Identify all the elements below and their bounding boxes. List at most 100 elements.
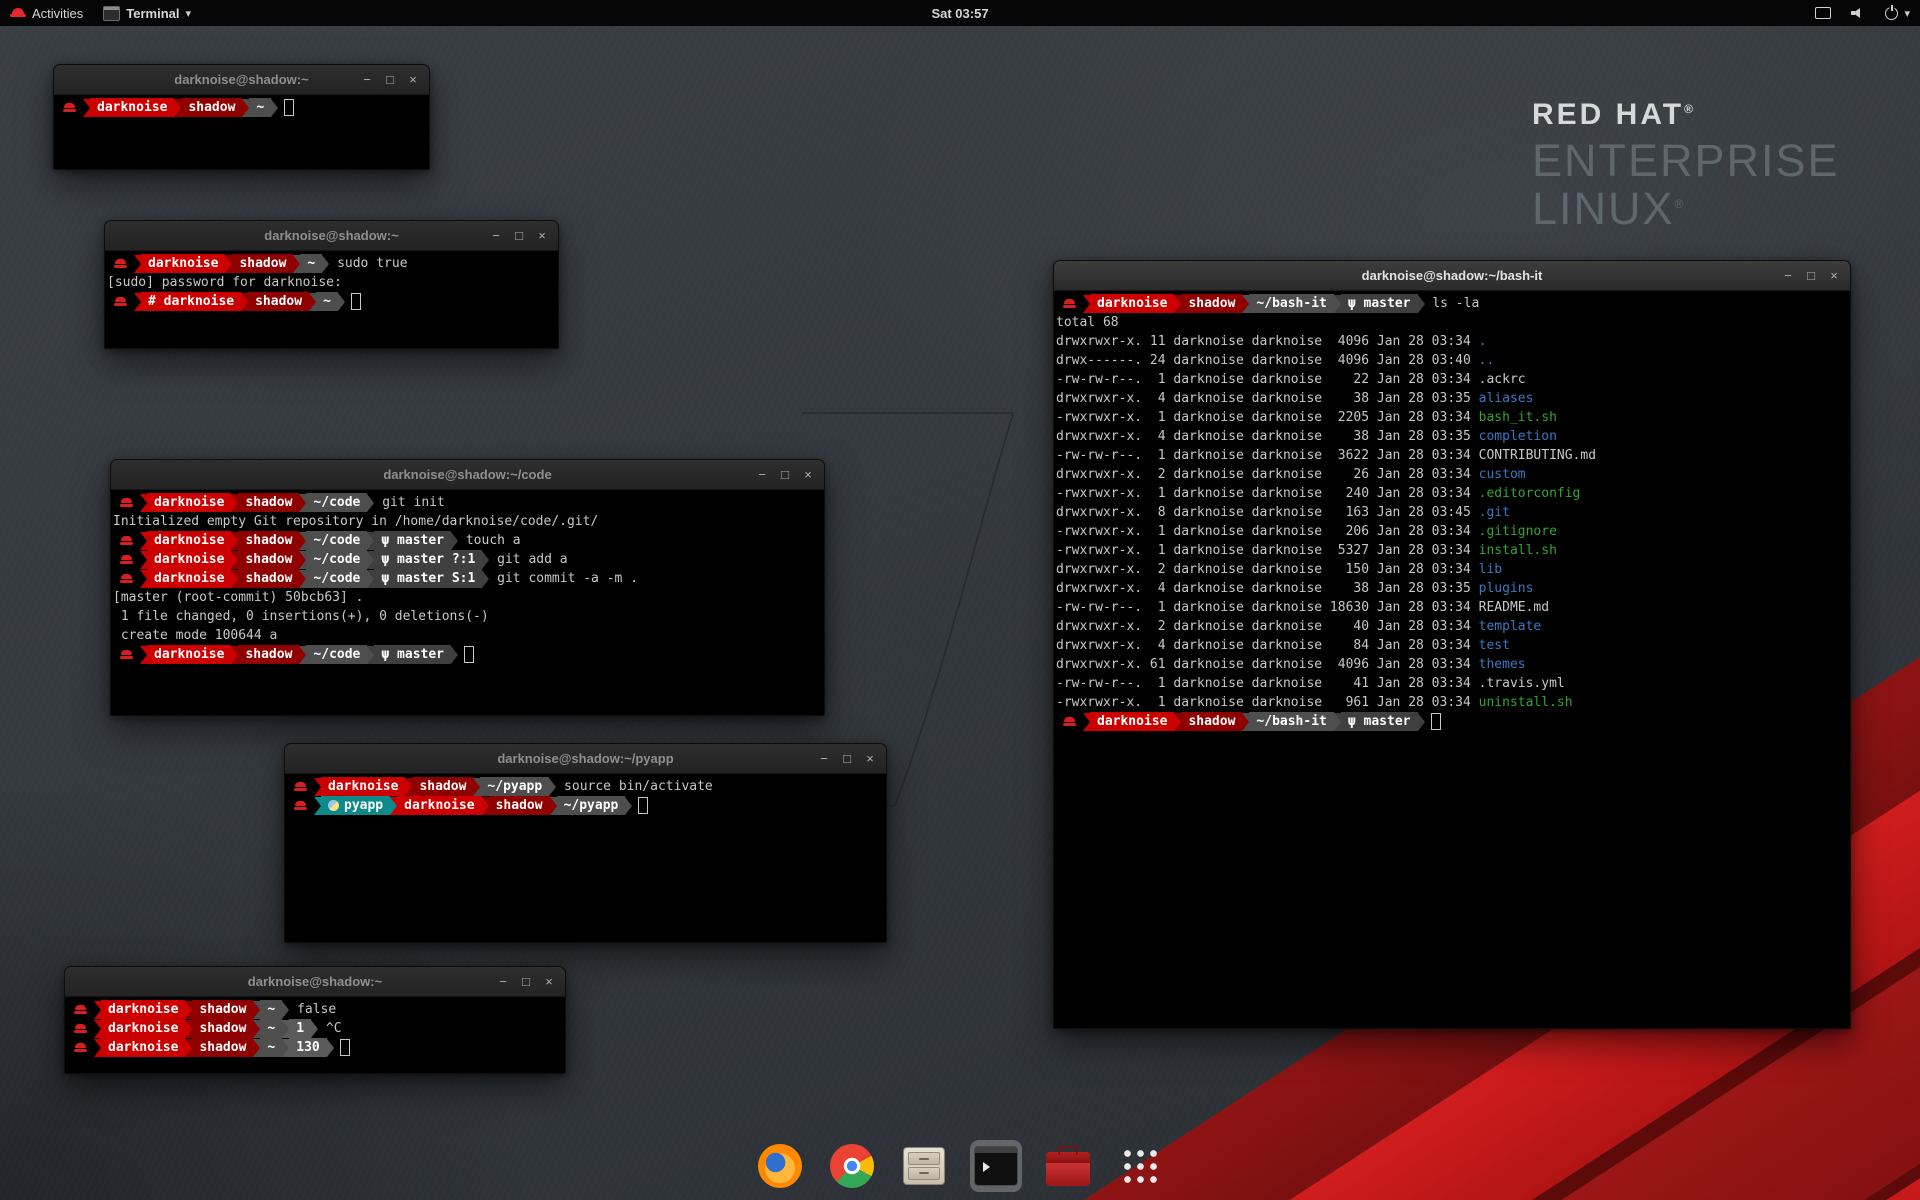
prompt-segment: shadow bbox=[192, 1019, 253, 1038]
activities-button[interactable]: Activities bbox=[0, 0, 93, 26]
maximize-button[interactable]: □ bbox=[509, 226, 529, 246]
terminal-line: -rw-rw-r--. 1 darknoise darknoise 22 Jan… bbox=[1056, 370, 1848, 389]
terminal-window-1[interactable]: darknoise@shadow:~ − □ × darknoiseshadow… bbox=[53, 64, 430, 170]
prompt-segment: ~/code bbox=[306, 550, 367, 569]
terminal-content[interactable]: darknoiseshadow~ bbox=[54, 95, 429, 169]
volume-status-button[interactable] bbox=[1841, 0, 1875, 26]
close-button[interactable]: × bbox=[1824, 266, 1844, 286]
terminal-text: .gitignore bbox=[1479, 524, 1557, 539]
terminal-content[interactable]: darknoiseshadow~ sudo true[sudo] passwor… bbox=[105, 251, 558, 348]
close-button[interactable]: × bbox=[403, 70, 423, 90]
minimize-button[interactable]: − bbox=[752, 465, 772, 485]
dock-item-terminal[interactable] bbox=[970, 1140, 1022, 1192]
powerline-arrow-icon bbox=[314, 797, 321, 815]
terminal-text: drwxrwxr-x. 4 darknoise darknoise 38 Jan… bbox=[1056, 581, 1479, 596]
dock-item-appgrid[interactable] bbox=[1114, 1140, 1166, 1192]
redhat-prompt-icon bbox=[294, 798, 307, 813]
window-titlebar[interactable]: darknoise@shadow:~/pyapp − □ × bbox=[285, 744, 886, 774]
terminal-text: -rwxrwxr-x. 1 darknoise darknoise 961 Ja… bbox=[1056, 695, 1479, 710]
powerline-arrow-icon bbox=[314, 778, 321, 796]
terminal-text: .ackrc bbox=[1479, 372, 1526, 387]
system-menu-button[interactable]: ▾ bbox=[1875, 0, 1920, 26]
powerline-arrow-icon bbox=[94, 1020, 101, 1038]
minimize-button[interactable]: − bbox=[1778, 266, 1798, 286]
powerline-arrow-icon bbox=[367, 494, 374, 512]
prompt-segment: shadow bbox=[181, 98, 242, 117]
powerline-arrow-icon bbox=[451, 532, 458, 550]
python-venv-icon bbox=[328, 800, 339, 811]
powerline-arrow-icon bbox=[299, 551, 306, 569]
powerline-arrow-icon bbox=[282, 1001, 289, 1019]
close-button[interactable]: × bbox=[798, 465, 818, 485]
redhat-prompt-icon bbox=[120, 495, 133, 510]
powerline-arrow-icon bbox=[299, 494, 306, 512]
terminal-line: darknoiseshadow~/codeψ master ?:1 git ad… bbox=[113, 550, 822, 569]
dock-item-firefox[interactable] bbox=[754, 1140, 806, 1192]
terminal-text: .editorconfig bbox=[1479, 486, 1581, 501]
close-button[interactable]: × bbox=[532, 226, 552, 246]
display-status-button[interactable] bbox=[1805, 0, 1841, 26]
terminal-content[interactable]: darknoiseshadow~/pyapp source bin/activa… bbox=[285, 774, 886, 942]
terminal-window-3[interactable]: darknoise@shadow:~/code − □ × darknoises… bbox=[110, 459, 825, 716]
terminal-window-4[interactable]: darknoise@shadow:~/pyapp − □ × darknoise… bbox=[284, 743, 887, 943]
powerline-arrow-icon bbox=[367, 646, 374, 664]
terminal-text: .. bbox=[1479, 353, 1495, 368]
terminal-window-2[interactable]: darknoise@shadow:~ − □ × darknoiseshadow… bbox=[104, 220, 559, 349]
maximize-button[interactable]: □ bbox=[516, 972, 536, 992]
dock-item-files[interactable] bbox=[898, 1140, 950, 1192]
redhat-prompt-icon bbox=[120, 571, 133, 586]
prompt-segment: shadow bbox=[1181, 294, 1242, 313]
powerline-arrow-icon bbox=[225, 255, 232, 273]
prompt-segment: ~ bbox=[249, 98, 271, 117]
window-title: darknoise@shadow:~ bbox=[174, 72, 308, 87]
terminal-text: CONTRIBUTING.md bbox=[1479, 448, 1596, 463]
clock[interactable]: Sat 03:57 bbox=[931, 0, 988, 26]
terminal-line: -rw-rw-r--. 1 darknoise darknoise 18630 … bbox=[1056, 598, 1848, 617]
window-titlebar[interactable]: darknoise@shadow:~ − □ × bbox=[105, 221, 558, 251]
terminal-text: -rwxrwxr-x. 1 darknoise darknoise 2205 J… bbox=[1056, 410, 1479, 425]
window-titlebar[interactable]: darknoise@shadow:~/bash-it − □ × bbox=[1054, 261, 1850, 291]
terminal-content[interactable]: darknoiseshadow~/code git initInitialize… bbox=[111, 490, 824, 715]
minimize-button[interactable]: − bbox=[493, 972, 513, 992]
close-button[interactable]: × bbox=[860, 749, 880, 769]
minimize-button[interactable]: − bbox=[486, 226, 506, 246]
maximize-button[interactable]: □ bbox=[380, 70, 400, 90]
powerline-arrow-icon bbox=[174, 99, 181, 117]
window-titlebar[interactable]: darknoise@shadow:~ − □ × bbox=[54, 65, 429, 95]
minimize-button[interactable]: − bbox=[357, 70, 377, 90]
terminal-text: bash_it.sh bbox=[1479, 410, 1557, 425]
powerline-arrow-icon bbox=[140, 570, 147, 588]
terminal-window-5[interactable]: darknoise@shadow:~ − □ × darknoiseshadow… bbox=[64, 966, 566, 1074]
maximize-button[interactable]: □ bbox=[837, 749, 857, 769]
window-titlebar[interactable]: darknoise@shadow:~ − □ × bbox=[65, 967, 565, 997]
terminal-content[interactable]: darknoiseshadow~/bash-itψ master ls -lat… bbox=[1054, 291, 1850, 1028]
prompt-segment: ~/pyapp bbox=[480, 777, 549, 796]
prompt-segment: ψ master S:1 bbox=[374, 569, 482, 588]
window-titlebar[interactable]: darknoise@shadow:~/code − □ × bbox=[111, 460, 824, 490]
prompt-segment: ψ master bbox=[374, 531, 451, 550]
powerline-arrow-icon bbox=[185, 1039, 192, 1057]
maximize-button[interactable]: □ bbox=[775, 465, 795, 485]
prompt-segment: darknoise bbox=[101, 1000, 185, 1019]
close-button[interactable]: × bbox=[539, 972, 559, 992]
app-menu-button[interactable]: Terminal ▾ bbox=[93, 0, 201, 26]
dock-item-chrome[interactable] bbox=[826, 1140, 878, 1192]
terminal-content[interactable]: darknoiseshadow~ falsedarknoiseshadow~1 … bbox=[65, 997, 565, 1073]
prompt-segment: ψ master bbox=[1341, 294, 1418, 313]
redhat-prompt-icon bbox=[74, 1021, 87, 1036]
maximize-button[interactable]: □ bbox=[1801, 266, 1821, 286]
powerline-arrow-icon bbox=[185, 1001, 192, 1019]
terminal-text: 1 file changed, 0 insertions(+), 0 delet… bbox=[113, 609, 489, 624]
powerline-arrow-icon bbox=[231, 551, 238, 569]
dock-item-toolbox[interactable] bbox=[1042, 1140, 1094, 1192]
terminal-line: -rwxrwxr-x. 1 darknoise darknoise 240 Ja… bbox=[1056, 484, 1848, 503]
terminal-window-6[interactable]: darknoise@shadow:~/bash-it − □ × darknoi… bbox=[1053, 260, 1851, 1029]
prompt-segment: darknoise bbox=[147, 645, 231, 664]
terminal-line: darknoiseshadow~ false bbox=[67, 1000, 563, 1019]
terminal-line: -rwxrwxr-x. 1 darknoise darknoise 5327 J… bbox=[1056, 541, 1848, 560]
minimize-button[interactable]: − bbox=[814, 749, 834, 769]
window-title: darknoise@shadow:~/code bbox=[383, 467, 551, 482]
powerline-arrow-icon bbox=[1334, 295, 1341, 313]
terminal-text: . bbox=[1479, 334, 1487, 349]
windows-layer: darknoise@shadow:~ − □ × darknoiseshadow… bbox=[0, 0, 1920, 1200]
